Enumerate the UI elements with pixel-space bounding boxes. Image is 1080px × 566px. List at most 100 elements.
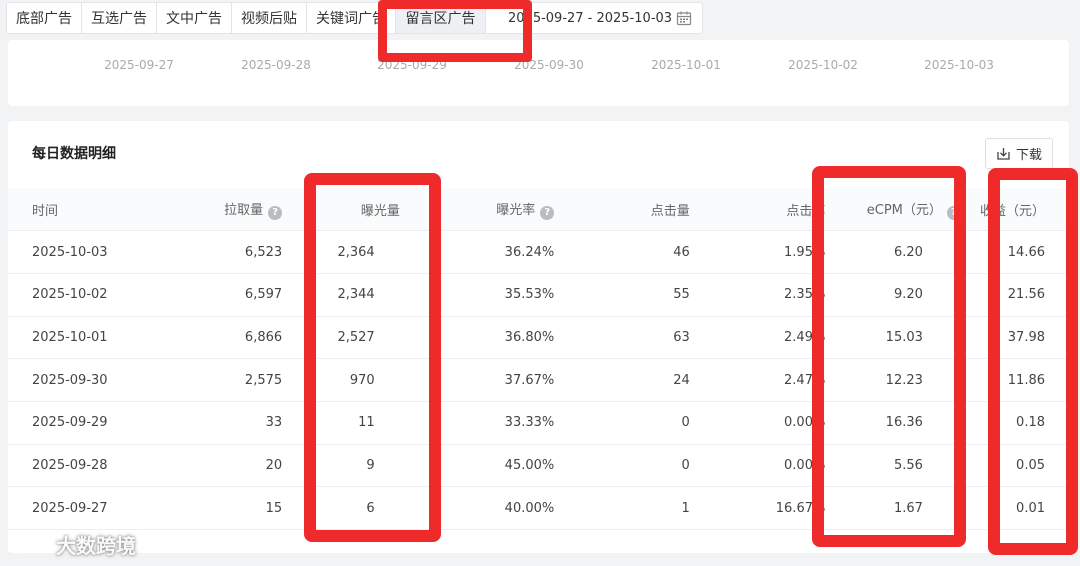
cell-ctr: 0.00% [689, 444, 826, 488]
col-header-revenue: 收益（元） [960, 188, 1069, 232]
cell-date: 2025-09-27 [8, 486, 146, 530]
cell-pull-count: 6,866 [145, 316, 283, 360]
cell-revenue: 11.86 [960, 358, 1069, 402]
tab-in-article-ad[interactable]: 文中广告 [157, 3, 232, 33]
cell-pull-count: 2,575 [145, 358, 283, 402]
table-row: 2025-09-29 33 11 33.33% 0 0.00% 16.36 0.18 [8, 401, 1069, 445]
calendar-icon[interactable] [676, 10, 692, 26]
col-header-date: 时间 [8, 188, 146, 232]
cell-impression-rate: 37.67% [418, 358, 555, 402]
help-icon[interactable]: ? [946, 205, 961, 220]
cell-date: 2025-09-30 [8, 358, 146, 402]
cell-revenue: 0.01 [960, 486, 1069, 530]
table-row: 2025-09-27 15 6 40.00% 1 16.67% 1.67 0.01 [8, 486, 1069, 530]
cell-ctr: 16.67% [689, 486, 826, 530]
table-row: 2025-09-30 2,575 970 37.67% 24 2.47% 12.23 11.8… [8, 358, 1069, 402]
col-header-pull-count: 拉取量? [145, 188, 283, 232]
cell-impression-rate: 35.53% [418, 273, 555, 317]
cell-pull-count: 15 [145, 486, 283, 530]
cell-revenue: 37.98 [960, 316, 1069, 360]
x-axis-tick: 2025-10-01 [651, 58, 721, 72]
watermark: 大数跨境 [10, 530, 136, 559]
ad-type-tabbar: 底部广告 互选广告 文中广告 视频后贴 关键词广告 留言区广告 2025-09-… [6, 2, 703, 34]
cell-pull-count: 33 [145, 401, 283, 445]
cell-impressions: 11 [282, 401, 419, 445]
cell-impressions: 2,527 [282, 316, 419, 360]
col-header-ecpm: eCPM（元）? [825, 188, 961, 232]
cell-impressions: 970 [282, 358, 419, 402]
cell-impressions: 6 [282, 486, 419, 530]
cell-pull-count: 20 [145, 444, 283, 488]
x-axis-tick: 2025-10-03 [924, 58, 994, 72]
help-icon[interactable]: ? [268, 205, 283, 220]
cell-revenue: 0.18 [960, 401, 1069, 445]
tab-comment-area-ad[interactable]: 留言区广告 [396, 3, 486, 33]
tab-keyword-ad[interactable]: 关键词广告 [307, 3, 396, 33]
cell-impressions: 2,344 [282, 273, 419, 317]
cell-date: 2025-10-03 [8, 230, 146, 274]
tab-mutual-select-ad[interactable]: 互选广告 [82, 3, 157, 33]
cell-ecpm: 15.03 [825, 316, 961, 360]
watermark-logo-icon [12, 535, 48, 553]
cell-date: 2025-09-28 [8, 444, 146, 488]
table-row: 2025-10-02 6,597 2,344 35.53% 55 2.35% 9.20 21.… [8, 273, 1069, 317]
cell-revenue: 0.05 [960, 444, 1069, 488]
table-row: 2025-10-03 6,523 2,364 36.24% 46 1.95% 6.20 14.… [8, 230, 1069, 274]
cell-ecpm: 9.20 [825, 273, 961, 317]
cell-date: 2025-10-01 [8, 316, 146, 360]
cell-impression-rate: 36.80% [418, 316, 555, 360]
cell-clicks: 46 [554, 230, 690, 274]
download-label: 下载 [1015, 148, 1042, 163]
cell-ecpm: 6.20 [825, 230, 961, 274]
cell-ecpm: 1.67 [825, 486, 961, 530]
cell-date: 2025-10-02 [8, 273, 146, 317]
col-header-ctr: 点击率 [689, 188, 826, 232]
col-header-impressions: 曝光量 [282, 188, 419, 232]
cell-impression-rate: 40.00% [418, 486, 555, 530]
table-row: 2025-10-01 6,866 2,527 36.80% 63 2.49% 15.03 37… [8, 316, 1069, 360]
cell-impressions: 9 [282, 444, 419, 488]
date-range-value: 2025-09-27 - 2025-10-03 [508, 10, 673, 26]
x-axis-tick: 2025-09-30 [514, 58, 584, 72]
x-axis-tick: 2025-10-02 [788, 58, 858, 72]
table-header-row: 时间 拉取量? 曝光量 曝光率? 点击量 点击率 eCPM（元）? 收益（元） [8, 188, 1069, 232]
tab-video-post-ad[interactable]: 视频后贴 [232, 3, 307, 33]
cell-ctr: 2.47% [689, 358, 826, 402]
download-button[interactable]: 下载 [985, 138, 1053, 169]
cell-impression-rate: 36.24% [418, 230, 555, 274]
cell-ecpm: 5.56 [825, 444, 961, 488]
trend-chart-card: 2025-09-27 2025-09-28 2025-09-29 2025-09… [8, 40, 1069, 106]
cell-ecpm: 16.36 [825, 401, 961, 445]
cell-clicks: 55 [554, 273, 690, 317]
cell-revenue: 14.66 [960, 230, 1069, 274]
cell-date: 2025-09-29 [8, 401, 146, 445]
tab-bottom-ad[interactable]: 底部广告 [7, 3, 82, 33]
download-icon [997, 148, 1010, 160]
cell-impression-rate: 33.33% [418, 401, 555, 445]
cell-ecpm: 12.23 [825, 358, 961, 402]
cell-ctr: 1.95% [689, 230, 826, 274]
cell-impressions: 2,364 [282, 230, 419, 274]
cell-impression-rate: 45.00% [418, 444, 555, 488]
cell-ctr: 2.35% [689, 273, 826, 317]
col-header-impression-rate: 曝光率? [418, 188, 555, 232]
col-header-clicks: 点击量 [554, 188, 690, 232]
card-title: 每日数据明细 [32, 146, 116, 162]
watermark-text: 大数跨境 [56, 534, 136, 558]
cell-clicks: 63 [554, 316, 690, 360]
cell-pull-count: 6,597 [145, 273, 283, 317]
cell-clicks: 24 [554, 358, 690, 402]
x-axis-tick: 2025-09-27 [104, 58, 174, 72]
table-row: 2025-09-28 20 9 45.00% 0 0.00% 5.56 0.05 [8, 444, 1069, 488]
cell-ctr: 0.00% [689, 401, 826, 445]
cell-clicks: 0 [554, 401, 690, 445]
help-icon[interactable]: ? [540, 205, 555, 220]
cell-revenue: 21.56 [960, 273, 1069, 317]
daily-data-table: 时间 拉取量? 曝光量 曝光率? 点击量 点击率 eCPM（元）? 收益（元） … [8, 188, 1069, 530]
date-range-picker[interactable]: 2025-09-27 - 2025-10-03 [486, 3, 702, 33]
cell-clicks: 1 [554, 486, 690, 530]
cell-clicks: 0 [554, 444, 690, 488]
cell-ctr: 2.49% [689, 316, 826, 360]
x-axis-tick: 2025-09-29 [377, 58, 447, 72]
x-axis-tick: 2025-09-28 [241, 58, 311, 72]
